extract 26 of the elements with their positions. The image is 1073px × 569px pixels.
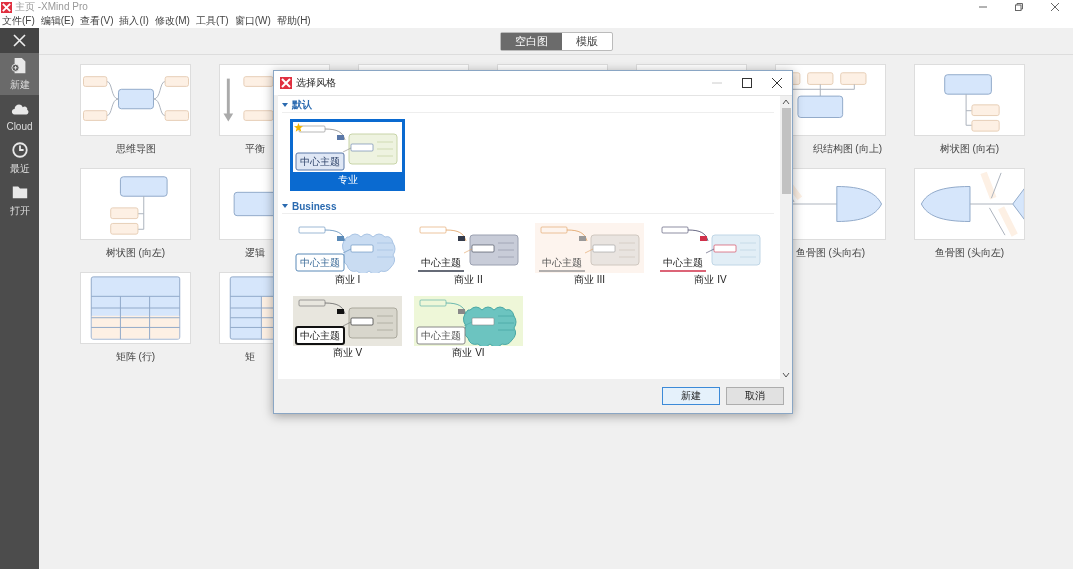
template-label: 织结构图 (向上) xyxy=(812,142,882,154)
style-label: 商业 IV xyxy=(694,273,727,286)
template-label: 逻辑 xyxy=(245,246,265,258)
template-label: 思维导图 xyxy=(115,142,156,154)
style-label: 商业 III xyxy=(573,273,606,286)
template-label: 树状图 (向左) xyxy=(105,246,166,258)
template-label: 平衡 xyxy=(245,142,265,154)
template-label: 鱼骨图 (头向左) xyxy=(934,246,1005,258)
window-title: 主页 -XMind Pro xyxy=(15,0,89,14)
center-topic-text: 中心主题 xyxy=(299,155,341,168)
center-topic-text: 中心主题 xyxy=(420,329,462,342)
style-label: 商业 I xyxy=(334,273,361,286)
template-label: 矩阵 (行) xyxy=(115,350,156,362)
style-label: 商业 V xyxy=(332,346,363,359)
style-label: 商业 VI xyxy=(452,346,485,359)
dialog-title: 选择风格 xyxy=(296,76,337,90)
center-topic-text: 中心主题 xyxy=(420,256,462,269)
template-label: 树状图 (向右) xyxy=(939,142,1000,154)
style-label: 专业 xyxy=(337,173,358,187)
center-topic-text: 中心主题 xyxy=(662,256,704,269)
style-label: 商业 II xyxy=(454,273,483,286)
center-topic-text: 中心主题 xyxy=(299,256,341,269)
center-topic-text: 中心主题 xyxy=(541,256,583,269)
template-label: 鱼骨图 (头向右) xyxy=(795,246,866,258)
center-topic-text: 中心主题 xyxy=(299,329,341,342)
template-label: 矩 xyxy=(245,350,255,362)
